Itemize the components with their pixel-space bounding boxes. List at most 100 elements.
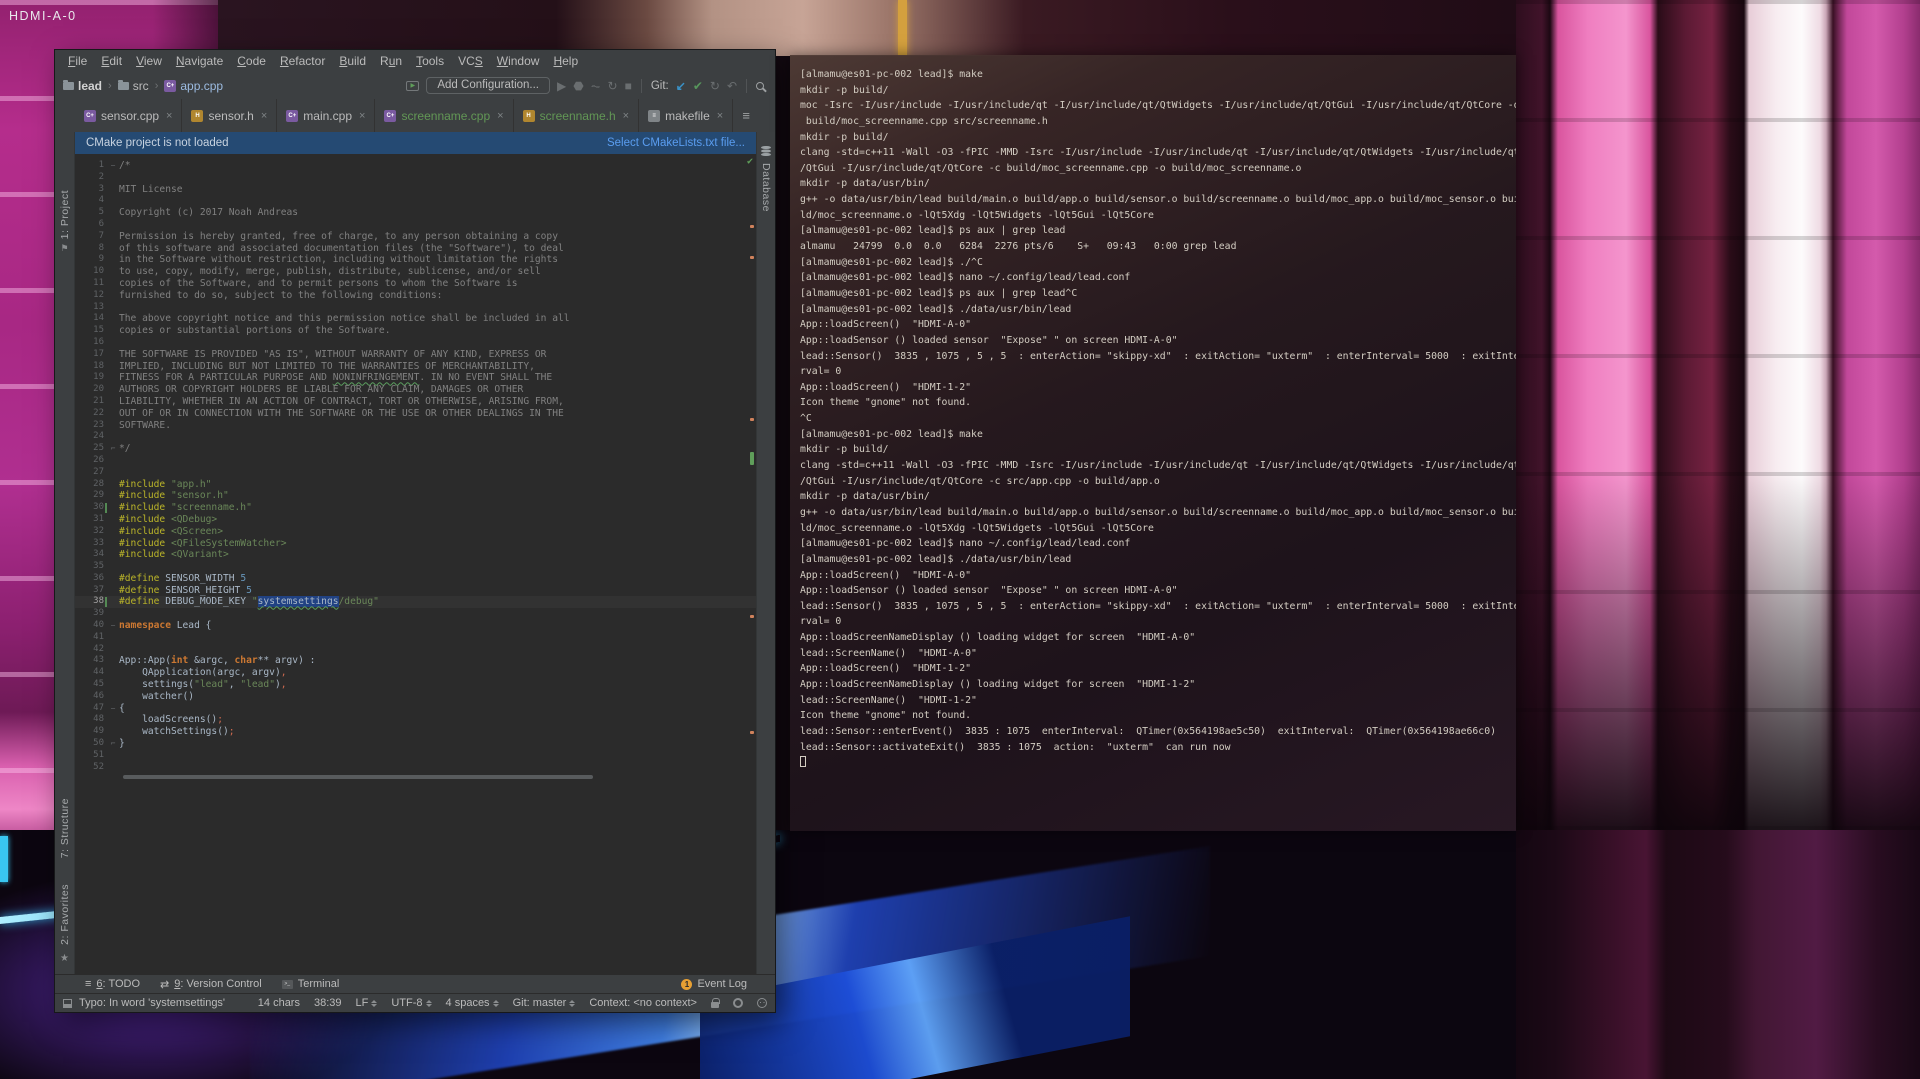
line-number: 17 xyxy=(75,349,107,361)
menu-view[interactable]: View xyxy=(129,54,169,68)
code-text xyxy=(119,467,756,479)
line-number: 43 xyxy=(75,655,107,667)
breadcrumb-item-lead[interactable]: lead xyxy=(63,79,102,93)
code-line: 24 xyxy=(75,431,756,443)
assistant-face-icon[interactable] xyxy=(757,998,767,1008)
close-tab-icon[interactable]: × xyxy=(623,110,629,122)
code-text: */ xyxy=(119,443,756,455)
toolwindow-button-todo[interactable]: ≡6: TODO xyxy=(85,978,140,990)
menu-file[interactable]: File xyxy=(61,54,94,68)
toolwindow-toggle-icon[interactable] xyxy=(63,999,72,1008)
code-text: furnished to do so, subject to the follo… xyxy=(119,290,756,302)
line-number: 24 xyxy=(75,431,107,443)
sidebar-item-project[interactable]: 1: Project xyxy=(59,190,71,239)
status-item-utf8[interactable]: UTF-8 xyxy=(391,997,431,1009)
menu-bar: FileEditViewNavigateCodeRefactorBuildRun… xyxy=(55,50,775,72)
code-line: 12furnished to do so, subject to the fol… xyxy=(75,290,756,302)
debug-icon[interactable]: ⬣ xyxy=(573,80,583,92)
close-tab-icon[interactable]: × xyxy=(166,110,172,122)
cmake-notification-banner: CMake project is not loaded Select CMake… xyxy=(75,132,756,154)
banner-action-link[interactable]: Select CMakeLists.txt file... xyxy=(607,137,745,149)
sidebar-item-structure[interactable]: 7: Structure xyxy=(59,798,71,858)
menu-tools[interactable]: Tools xyxy=(409,54,451,68)
sidebar-item-favorites[interactable]: 2: Favorites xyxy=(59,884,71,945)
menu-vcs[interactable]: VCS xyxy=(451,54,490,68)
wallpaper-right-reflection xyxy=(1516,830,1920,1079)
line-number: 19 xyxy=(75,372,107,384)
line-number: 36 xyxy=(75,573,107,585)
tab-screenname.h[interactable]: Hscreenname.h× xyxy=(514,99,639,132)
menu-help[interactable]: Help xyxy=(546,54,585,68)
tab-sensor.cpp[interactable]: C+sensor.cpp× xyxy=(75,99,182,132)
close-tab-icon[interactable]: × xyxy=(359,110,365,122)
tab-screenname.cpp[interactable]: C+screenname.cpp× xyxy=(375,99,513,132)
fold-marker-icon xyxy=(107,573,119,585)
terminal-line: ^C xyxy=(800,411,1516,427)
terminal-line: mkdir -p build/ xyxy=(800,83,1516,99)
fold-marker-icon xyxy=(107,502,119,514)
tab-label: main.cpp xyxy=(303,109,352,123)
search-everywhere-icon[interactable] xyxy=(756,82,764,90)
git-commit-icon[interactable]: ✔ xyxy=(693,80,703,92)
horizontal-scrollbar[interactable] xyxy=(123,775,593,779)
menu-build[interactable]: Build xyxy=(332,54,373,68)
close-tab-icon[interactable]: × xyxy=(497,110,503,122)
fold-marker-icon xyxy=(107,644,119,656)
show-hidden-tabs-icon[interactable]: ≡ xyxy=(738,99,754,132)
run-icon[interactable]: ▶ xyxy=(557,80,566,92)
menu-edit[interactable]: Edit xyxy=(94,54,129,68)
code-line: 35 xyxy=(75,561,756,573)
terminal-window[interactable]: [almamu@es01-pc-002 lead]$ makemkdir -p … xyxy=(790,55,1516,831)
status-item-4spaces[interactable]: 4 spaces xyxy=(446,997,499,1009)
lock-icon[interactable] xyxy=(711,1002,719,1008)
line-number: 22 xyxy=(75,408,107,420)
breadcrumb-item-src[interactable]: src xyxy=(118,79,149,93)
tab-main.cpp[interactable]: C+ main.cpp × xyxy=(277,99,375,132)
add-configuration-button[interactable]: Add Configuration... xyxy=(426,77,550,94)
inspections-ok-icon[interactable]: ✔ xyxy=(747,156,753,167)
code-line: 6 xyxy=(75,219,756,231)
menu-code[interactable]: Code xyxy=(230,54,273,68)
toolwindow-button-versioncontrol[interactable]: ⇄9: Version Control xyxy=(160,978,262,991)
menu-navigate[interactable]: Navigate xyxy=(169,54,230,68)
gear-icon[interactable] xyxy=(733,998,743,1008)
status-item-14chars[interactable]: 14 chars xyxy=(258,997,300,1009)
toolwindow-button-terminal[interactable]: >_Terminal xyxy=(282,978,340,990)
close-tab-icon[interactable]: × xyxy=(717,110,723,122)
git-update-icon[interactable]: ↙ xyxy=(676,80,686,92)
coverage-icon[interactable]: ↻ xyxy=(608,80,618,92)
status-item-lf[interactable]: LF xyxy=(356,997,378,1009)
run-panel-icon[interactable]: ▶ xyxy=(406,81,419,91)
code-line: 34#include <QVariant> xyxy=(75,549,756,561)
menu-run[interactable]: Run xyxy=(373,54,409,68)
line-number: 31 xyxy=(75,514,107,526)
code-text xyxy=(119,337,756,349)
status-item-3839[interactable]: 38:39 xyxy=(314,997,342,1009)
tab-sensor.h[interactable]: Hsensor.h× xyxy=(182,99,277,132)
cpp-file-icon: C+ xyxy=(286,110,298,122)
history-icon[interactable]: ↻ xyxy=(710,80,720,92)
sidebar-item-database[interactable]: Database xyxy=(760,163,772,212)
menu-refactor[interactable]: Refactor xyxy=(273,54,332,68)
terminal-line: ld/moc_screenname.o -lQt5Xdg -lQt5Widget… xyxy=(800,521,1516,537)
terminal-line: App::loadScreen() "HDMI-1-2" xyxy=(800,380,1516,396)
stop-icon[interactable]: ■ xyxy=(625,80,632,92)
cpp-file-icon: C+ xyxy=(384,110,396,122)
tab-label: makefile xyxy=(665,109,710,123)
rollback-icon[interactable]: ↶ xyxy=(727,80,737,92)
code-text: #define SENSOR_HEIGHT 5 xyxy=(119,585,756,597)
fold-marker-icon xyxy=(107,679,119,691)
event-log-button[interactable]: 1Event Log xyxy=(681,978,747,990)
tab-makefile[interactable]: ≡makefile× xyxy=(639,99,733,132)
menu-window[interactable]: Window xyxy=(490,54,547,68)
close-tab-icon[interactable]: × xyxy=(261,110,267,122)
breadcrumb-item-app.cpp[interactable]: C+app.cpp xyxy=(164,79,223,93)
code-editor[interactable]: ✔ 1−/*23MIT License45Copyright (c) 2017 … xyxy=(75,154,756,974)
fold-marker-icon xyxy=(107,667,119,679)
status-item-contextnocontext[interactable]: Context: <no context> xyxy=(589,997,697,1009)
terminal-line: moc -Isrc -I/usr/include -I/usr/include/… xyxy=(800,98,1516,114)
line-number: 29 xyxy=(75,490,107,502)
profiler-icon[interactable]: ⏦ xyxy=(591,80,601,92)
status-item-gitmaster[interactable]: Git: master xyxy=(513,997,576,1009)
code-text: } xyxy=(119,738,756,750)
